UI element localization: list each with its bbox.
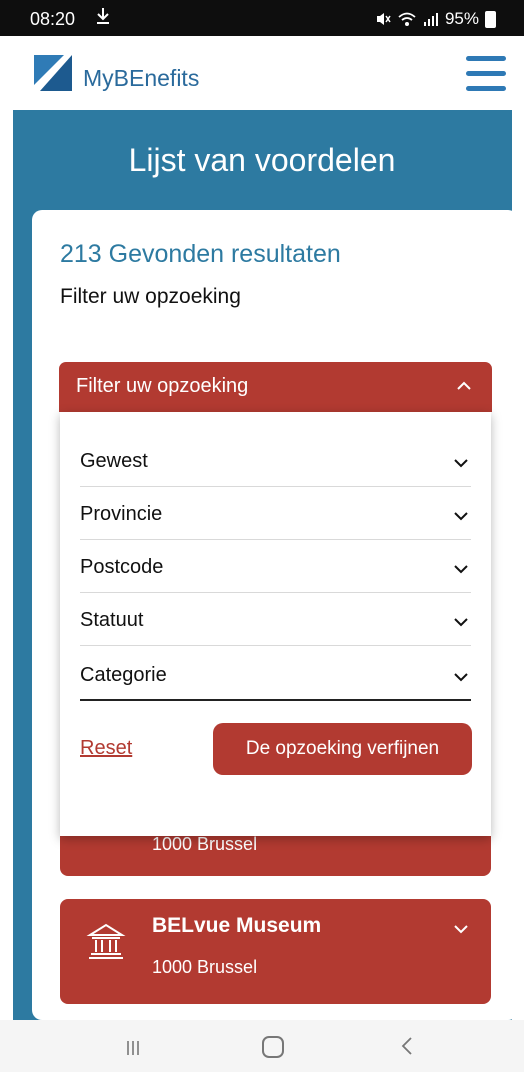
result-city: 1000 Brussel (152, 957, 258, 977)
wifi-icon (398, 12, 416, 26)
recent-apps-icon[interactable] (126, 1040, 140, 1061)
filter-header-label: Filter uw opzoeking (76, 375, 249, 397)
reset-link[interactable]: Reset (80, 737, 132, 760)
results-count: 213 Gevonden resultaten (60, 240, 341, 268)
filter-label: Postcode (80, 556, 164, 578)
chevron-down-icon (453, 508, 469, 526)
filter-gewest-select[interactable]: Gewest (80, 434, 471, 487)
filter-label: Categorie (80, 664, 167, 686)
chevron-down-icon (453, 669, 469, 687)
status-time: 08:20 (30, 9, 76, 29)
filter-label: Gewest (80, 450, 148, 472)
chevron-down-icon (453, 561, 469, 579)
result-item[interactable]: BELvue Museum 1000 Brussel (60, 899, 491, 1004)
filter-accordion-header[interactable]: Filter uw opzoeking (59, 362, 492, 412)
result-title: BELvue Museum (152, 914, 322, 937)
battery-icon (485, 10, 496, 28)
filter-label: Statuut (80, 609, 144, 631)
mybenefits-logo[interactable] (34, 55, 72, 96)
back-icon[interactable] (401, 1036, 413, 1061)
download-icon (96, 7, 110, 30)
brand-name[interactable]: MyBEnefits (83, 65, 199, 92)
filter-categorie-select[interactable]: Categorie (80, 648, 471, 701)
chevron-down-icon (453, 455, 469, 473)
signal-icon (423, 13, 438, 26)
filter-subtitle: Filter uw opzoeking (60, 285, 241, 308)
filter-statuut-select[interactable]: Statuut (80, 593, 471, 646)
status-icons: 95% (375, 9, 496, 29)
battery-percentage: 95% (444, 9, 479, 28)
chevron-down-icon (453, 614, 469, 632)
refine-search-button[interactable]: De opzoeking verfijnen (213, 723, 472, 775)
status-bar: 08:20 95% (0, 0, 524, 36)
museum-icon (86, 921, 126, 966)
chevron-down-icon[interactable] (453, 921, 469, 939)
home-icon[interactable] (262, 1036, 284, 1058)
filter-postcode-select[interactable]: Postcode (80, 540, 471, 593)
page-title: Lijst van voordelen (128, 142, 396, 178)
hamburger-menu-icon[interactable] (466, 56, 506, 92)
filter-provincie-select[interactable]: Provincie (80, 487, 471, 540)
app-header (0, 36, 524, 110)
chevron-up-icon[interactable] (456, 378, 472, 396)
filter-label: Provincie (80, 503, 163, 525)
mute-icon (376, 13, 391, 25)
result-city: 1000 Brussel (152, 834, 258, 854)
